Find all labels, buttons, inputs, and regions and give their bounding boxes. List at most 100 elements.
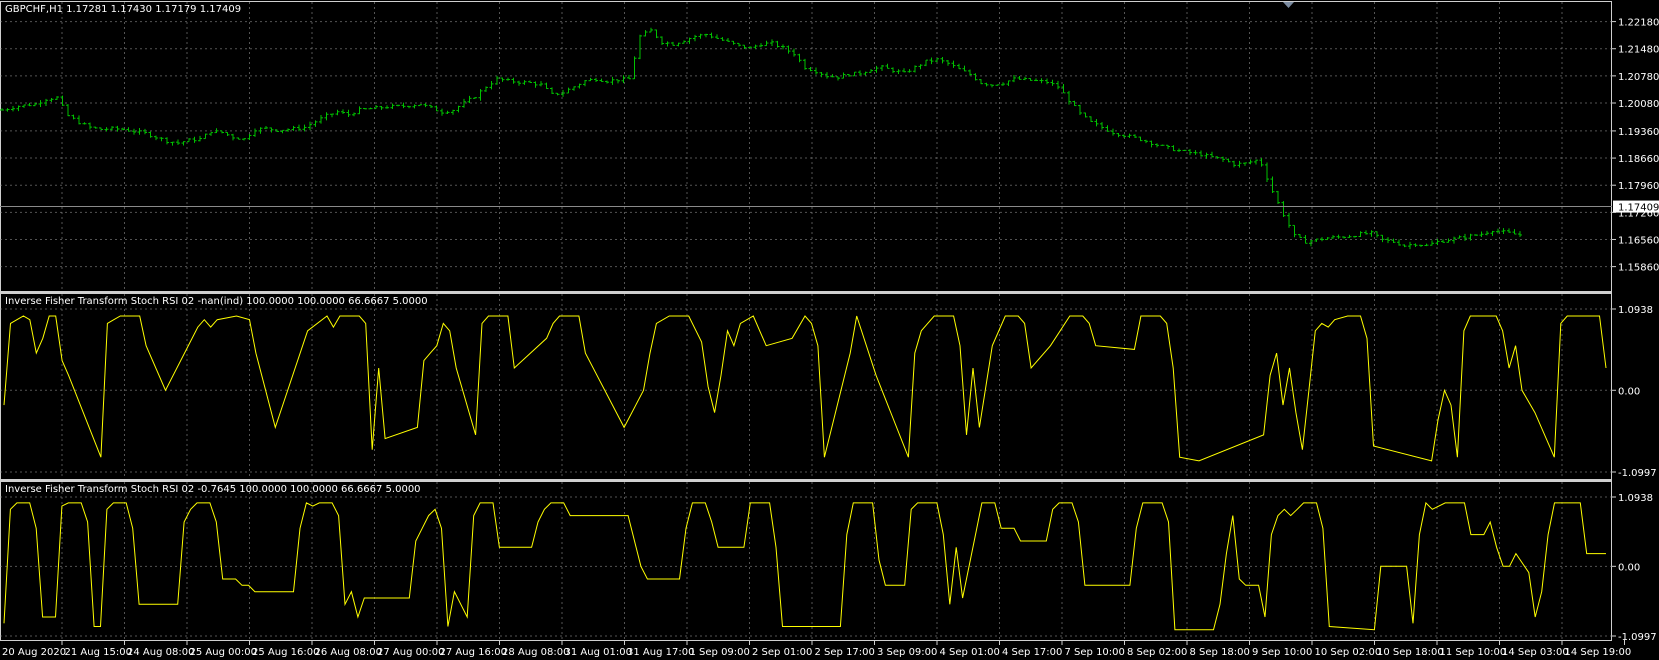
price-bar xyxy=(1166,144,1170,150)
price-bar xyxy=(638,34,642,60)
price-bar xyxy=(764,40,769,47)
xtick-label: 25 Aug 16:00 xyxy=(252,647,319,658)
price-bar xyxy=(231,133,235,141)
chart-shift-marker-icon[interactable] xyxy=(1283,2,1294,8)
price-axis: 1.22180 1.21480 1.20780 1.20080 1.19360 1.186… xyxy=(1612,18,1659,643)
price-bar xyxy=(55,96,59,100)
price-bar xyxy=(16,105,21,112)
price-bar xyxy=(984,82,989,87)
price-bar xyxy=(1254,159,1258,165)
price-bar xyxy=(1358,231,1363,238)
price-bar xyxy=(990,84,994,88)
price-bar xyxy=(1259,157,1264,167)
price-bar xyxy=(467,95,472,104)
price-bar xyxy=(198,135,202,142)
price-bar xyxy=(385,105,389,109)
price-bar xyxy=(720,37,725,41)
price-bar xyxy=(5,108,10,112)
price-bar xyxy=(478,89,483,101)
price-bar xyxy=(1155,143,1159,148)
price-bar xyxy=(566,87,571,94)
price-bar xyxy=(1050,79,1055,86)
chart-window[interactable]: GBPCHF,H1 1.17281 1.17430 1.17179 1.1740… xyxy=(0,0,1659,660)
price-bar xyxy=(979,79,983,85)
price-bar xyxy=(396,104,400,107)
price-bar xyxy=(819,72,824,78)
price-bar xyxy=(187,138,191,143)
price-bar xyxy=(1001,82,1005,86)
price-bar xyxy=(319,114,323,124)
price-bar xyxy=(759,43,763,48)
price-bar xyxy=(346,109,351,118)
price-bar xyxy=(973,73,978,81)
price-bar xyxy=(429,104,433,109)
grid xyxy=(0,2,1612,640)
price-bar xyxy=(1424,243,1429,247)
price-bar xyxy=(99,127,103,131)
price-bar xyxy=(1149,140,1154,148)
ytick-label: 0.00 xyxy=(1618,386,1640,397)
price-bar xyxy=(610,76,615,85)
price-bar xyxy=(225,131,230,136)
price-bar xyxy=(1045,78,1049,85)
chart-canvas[interactable]: GBPCHF,H1 1.17281 1.17430 1.17179 1.1740… xyxy=(0,0,1659,660)
price-bar xyxy=(77,115,81,125)
price-bar xyxy=(1287,212,1291,228)
xtick-label: 31 Aug 01:00 xyxy=(565,647,632,658)
ytick-label: 1.18660 xyxy=(1618,154,1659,165)
price-bar xyxy=(572,86,576,91)
price-bar xyxy=(885,63,890,69)
xtick-label: 10 Sep 18:00 xyxy=(1377,647,1444,658)
price-bar xyxy=(126,127,131,132)
ytick-label: 1.17960 xyxy=(1618,181,1659,192)
price-bar xyxy=(643,30,648,37)
price-bar xyxy=(726,38,730,42)
xtick-label: 11 Sep 10:00 xyxy=(1440,647,1507,658)
price-bar xyxy=(1507,228,1511,233)
price-bar xyxy=(748,46,752,49)
ytick-label: 1.16560 xyxy=(1618,235,1659,246)
price-bar xyxy=(588,77,593,82)
price-bar xyxy=(1276,190,1280,205)
price-bar xyxy=(368,107,373,110)
price-bar xyxy=(1364,230,1368,235)
price-bar xyxy=(1210,151,1214,158)
price-bar xyxy=(38,100,43,107)
price-bar xyxy=(1457,235,1462,239)
xtick-label: 2 Sep 01:00 xyxy=(752,647,812,658)
xtick-label: 9 Sep 10:00 xyxy=(1252,647,1312,658)
price-bar xyxy=(297,124,301,132)
price-bar xyxy=(1281,201,1286,217)
xtick-label: 24 Aug 08:00 xyxy=(127,647,194,658)
price-bar xyxy=(1226,158,1231,163)
price-bar xyxy=(170,141,175,146)
price-bar xyxy=(951,60,956,68)
price-bar xyxy=(770,39,774,46)
price-bar xyxy=(1171,145,1176,152)
price-bar xyxy=(264,125,268,130)
price-bar xyxy=(82,122,87,125)
price-bar xyxy=(665,41,670,47)
ytick-label: 0.00 xyxy=(1618,562,1640,573)
price-bar xyxy=(1298,234,1302,238)
price-chart-title: GBPCHF,H1 1.17281 1.17430 1.17179 1.1740… xyxy=(5,4,241,15)
price-bar xyxy=(374,105,378,110)
price-bar xyxy=(71,114,76,120)
price-bar xyxy=(880,65,884,71)
xtick-label: 7 Sep 10:00 xyxy=(1065,647,1125,658)
price-bar xyxy=(946,59,950,66)
price-bar xyxy=(924,59,928,67)
price-bar xyxy=(247,133,252,140)
price-bar xyxy=(236,137,241,140)
price-bar xyxy=(1430,240,1434,246)
xtick-label: 27 Aug 16:00 xyxy=(440,647,507,658)
price-bar xyxy=(1144,139,1148,144)
xtick-label: 14 Sep 03:00 xyxy=(1502,647,1569,658)
price-bar xyxy=(1441,239,1445,243)
xtick-label: 4 Sep 17:00 xyxy=(1002,647,1062,658)
price-bar xyxy=(1474,234,1478,236)
price-bar xyxy=(330,113,334,118)
price-bar xyxy=(792,48,796,57)
price-bar xyxy=(825,72,829,79)
price-bar xyxy=(445,110,450,114)
